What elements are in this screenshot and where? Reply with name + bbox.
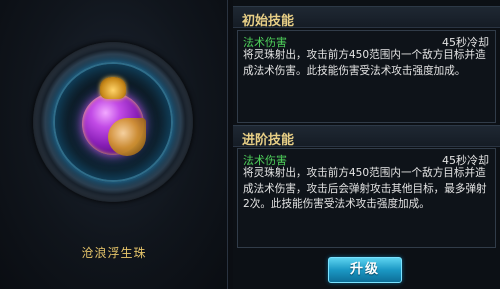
initial-skill-header: 初始技能	[233, 6, 500, 29]
item-name: 沧浪浮生珠	[81, 246, 147, 260]
advanced-skill-box: 法术伤害 45秒冷却 将灵珠射出，攻击前方450范围内一个敌方目标并造成法术伤害…	[237, 148, 496, 248]
upgrade-button[interactable]: 升级	[328, 257, 402, 283]
treasure-panel: 沧浪浮生珠	[0, 0, 228, 289]
skill-description: 将灵珠射出，攻击前方450范围内一个敌方目标并造成法术伤害，攻击后会弹射攻击其他…	[243, 167, 487, 210]
initial-skill-title: 初始技能	[242, 14, 295, 29]
gold-ornament-icon	[108, 118, 146, 156]
skill-panel: 初始技能 法术伤害 45秒冷却 将灵珠射出，攻击前方450范围内一个敌方目标并造…	[233, 0, 500, 289]
skill-description: 将灵珠射出，攻击前方450范围内一个敌方目标并造成法术伤害。此技能伤害受法术攻击…	[243, 49, 486, 77]
dragon-head-icon	[100, 77, 126, 99]
advanced-skill-title: 进阶技能	[242, 133, 295, 148]
advanced-skill-header: 进阶技能	[233, 125, 500, 148]
initial-skill-box: 法术伤害 45秒冷却 将灵珠射出，攻击前方450范围内一个敌方目标并造成法术伤害…	[237, 30, 496, 123]
